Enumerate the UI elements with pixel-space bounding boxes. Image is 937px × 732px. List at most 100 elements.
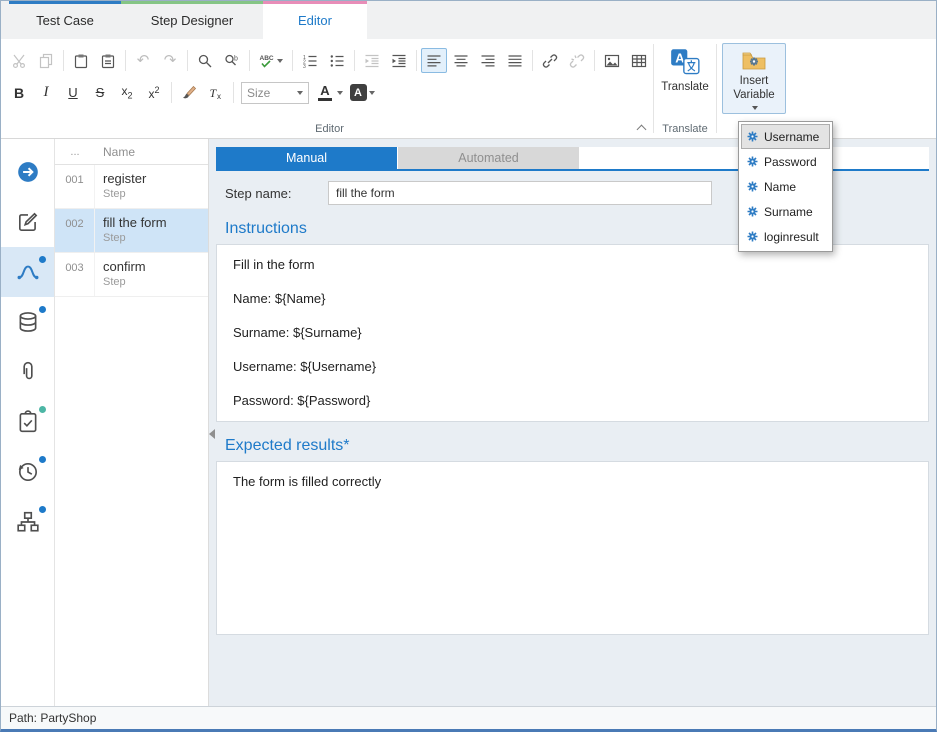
- toolbar-separator: [125, 50, 126, 71]
- format-painter-icon[interactable]: [176, 80, 202, 105]
- align-right-icon[interactable]: [475, 48, 501, 73]
- table-icon[interactable]: [626, 48, 652, 73]
- gear-icon: [746, 180, 759, 193]
- tab-step-designer[interactable]: Step Designer: [121, 1, 263, 39]
- font-size-dropdown[interactable]: Size: [241, 82, 309, 104]
- ribbon-group-editor: ↶ ↷ b ABC 123: [1, 39, 653, 138]
- tab-test-case[interactable]: Test Case: [9, 1, 121, 39]
- underline-icon[interactable]: U: [60, 80, 86, 105]
- cut-icon[interactable]: [6, 48, 32, 73]
- sidebar-item-edit[interactable]: [1, 197, 54, 247]
- strikethrough-icon[interactable]: S: [87, 80, 113, 105]
- step-row-002[interactable]: 002 fill the form Step: [55, 209, 208, 253]
- svg-text:3: 3: [303, 63, 306, 68]
- italic-icon[interactable]: I: [33, 80, 59, 105]
- expected-results-editor[interactable]: The form is filled correctly: [216, 461, 929, 635]
- tab-accent-pink: [263, 1, 367, 4]
- tab-label: Editor: [298, 13, 332, 28]
- document-tabstrip: Test Case Step Designer Editor: [1, 1, 936, 39]
- steps-icon: [15, 260, 41, 284]
- ribbon-group-editor-label: Editor: [315, 123, 344, 135]
- variable-menu-item-username[interactable]: Username: [741, 124, 830, 149]
- collapse-ribbon-icon[interactable]: [637, 125, 647, 135]
- find-replace-icon[interactable]: b: [219, 48, 245, 73]
- left-sidebar: [1, 139, 55, 706]
- toolbar-separator: [594, 50, 595, 71]
- align-center-icon[interactable]: [448, 48, 474, 73]
- search-icon[interactable]: [192, 48, 218, 73]
- insert-variable-button[interactable]: Insert Variable: [722, 43, 786, 114]
- gear-icon: [746, 205, 759, 218]
- step-name: confirm: [103, 259, 146, 274]
- variable-menu-item-loginresult[interactable]: loginresult: [741, 224, 830, 249]
- tab-automated[interactable]: Automated: [398, 147, 579, 169]
- step-number: 001: [55, 165, 95, 208]
- unlink-icon[interactable]: [564, 48, 590, 73]
- panel-collapse-arrow[interactable]: [209, 429, 215, 439]
- notification-dot: [39, 256, 46, 263]
- spellcheck-icon[interactable]: ABC: [254, 48, 288, 73]
- sidebar-item-checklist[interactable]: [1, 397, 54, 447]
- numbered-list-icon[interactable]: 123: [297, 48, 323, 73]
- paste-icon[interactable]: [68, 48, 94, 73]
- path-label: Path: PartyShop: [9, 711, 96, 725]
- step-row-003[interactable]: 003 confirm Step: [55, 253, 208, 297]
- ribbon-group-translate-footer: Translate: [654, 120, 716, 138]
- chevron-down-icon: [297, 91, 303, 95]
- instructions-line: Surname: ${Surname}: [233, 325, 912, 340]
- undo-icon[interactable]: ↶: [130, 48, 156, 73]
- column-header-name: Name: [95, 145, 135, 159]
- align-left-icon[interactable]: [421, 48, 447, 73]
- variable-menu-item-label: Name: [764, 180, 796, 194]
- sidebar-item-attachments[interactable]: [1, 347, 54, 397]
- superscript-icon[interactable]: x2: [141, 80, 167, 105]
- variable-menu-item-name[interactable]: Name: [741, 174, 830, 199]
- copy-icon[interactable]: [33, 48, 59, 73]
- image-icon[interactable]: [599, 48, 625, 73]
- text-color-icon[interactable]: A: [313, 80, 345, 105]
- steps-list-panel: ... Name 001 register Step 002 fill the …: [55, 139, 209, 706]
- toolbar-separator: [354, 50, 355, 71]
- redo-icon[interactable]: ↷: [157, 48, 183, 73]
- sidebar-item-history[interactable]: [1, 447, 54, 497]
- column-header-order: ...: [55, 146, 95, 158]
- sidebar-item-database[interactable]: [1, 297, 54, 347]
- variable-menu-item-surname[interactable]: Surname: [741, 199, 830, 224]
- align-justify-icon[interactable]: [502, 48, 528, 73]
- chevron-down-icon: [337, 91, 343, 95]
- bold-icon[interactable]: B: [6, 80, 32, 105]
- paste-text-icon[interactable]: [95, 48, 121, 73]
- app-window: Test Case Step Designer Editor ↶ ↷: [0, 0, 937, 732]
- sidebar-item-enter[interactable]: [1, 147, 54, 197]
- bullet-list-icon[interactable]: [324, 48, 350, 73]
- instructions-editor[interactable]: Fill in the form Name: ${Name} Surname: …: [216, 244, 929, 422]
- variable-menu-item-password[interactable]: Password: [741, 149, 830, 174]
- instructions-line: Password: ${Password}: [233, 393, 912, 408]
- outdent-icon[interactable]: [359, 48, 385, 73]
- toolbar-separator: [171, 82, 172, 103]
- tab-accent-blue: [9, 1, 121, 4]
- translate-button[interactable]: A Translate: [661, 47, 709, 94]
- background-color-icon[interactable]: A: [346, 80, 378, 105]
- translate-icon: A: [670, 47, 700, 77]
- tab-editor[interactable]: Editor: [263, 1, 367, 39]
- tab-accent-green: [121, 1, 263, 4]
- database-icon: [16, 310, 40, 334]
- sidebar-item-steps[interactable]: [1, 247, 54, 297]
- link-icon[interactable]: [537, 48, 563, 73]
- subscript-icon[interactable]: x2: [114, 80, 140, 105]
- toolbar-separator: [187, 50, 188, 71]
- step-row-001[interactable]: 001 register Step: [55, 165, 208, 209]
- step-number: 003: [55, 253, 95, 296]
- variable-menu-item-label: Username: [764, 130, 819, 144]
- step-name-input[interactable]: [328, 181, 712, 205]
- tab-manual[interactable]: Manual: [216, 147, 397, 169]
- variable-folder-icon: [740, 48, 768, 74]
- step-type: Step: [103, 232, 167, 244]
- step-type: Step: [103, 276, 146, 288]
- sidebar-item-hierarchy[interactable]: [1, 497, 54, 547]
- clear-formatting-icon[interactable]: Tx: [203, 80, 229, 105]
- clipboard-check-icon: [16, 410, 40, 434]
- ribbon-group-translate-label: Translate: [662, 123, 707, 135]
- indent-icon[interactable]: [386, 48, 412, 73]
